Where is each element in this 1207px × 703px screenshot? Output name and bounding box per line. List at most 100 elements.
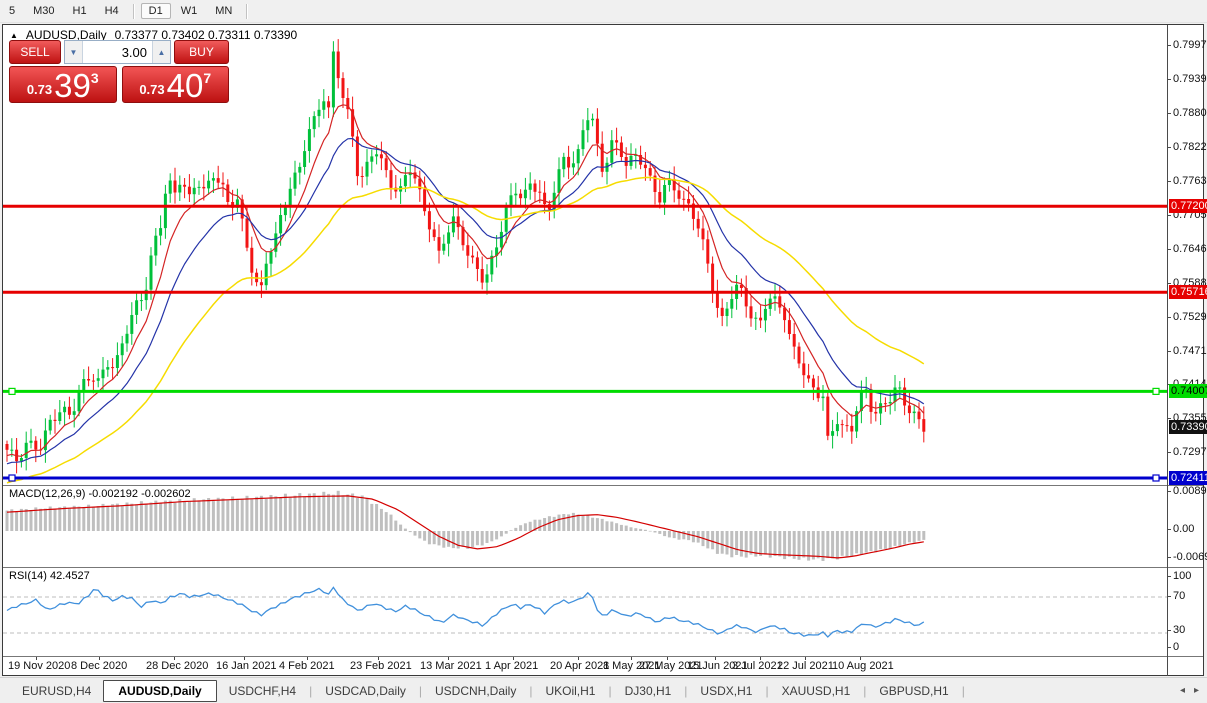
macd-histogram xyxy=(6,491,926,561)
indicator-axis-label: 70 xyxy=(1173,590,1185,602)
chart-tab-usdcad[interactable]: USDCAD,Daily xyxy=(313,680,418,702)
price-axis[interactable]: 0.799750.793900.788050.782200.776350.770… xyxy=(1167,25,1204,676)
price-axis-label: 0.77635 xyxy=(1173,175,1207,187)
indicator-axis-tick xyxy=(1168,647,1171,648)
resistance-line-badge-2: 0.75716 xyxy=(1169,285,1207,299)
chart-tab-audusd[interactable]: AUDUSD,Daily xyxy=(103,680,216,702)
price-axis-tick xyxy=(1168,249,1171,250)
buy-price-pip: 7 xyxy=(203,70,211,86)
indicator-axis-tick xyxy=(1168,529,1171,530)
buy-price-box[interactable]: 0.73407 xyxy=(122,66,230,103)
indicator-axis-label: 0.008903 xyxy=(1173,485,1207,497)
date-axis-label: 13 Mar 2021 xyxy=(420,660,482,672)
tab-scroll-left-icon[interactable]: ◂ xyxy=(1180,685,1185,696)
lower-line-badge: 0.72411 xyxy=(1169,471,1207,485)
lower-hline-072411-handle[interactable] xyxy=(1153,475,1159,481)
chart-tab-dj30[interactable]: DJ30,H1 xyxy=(613,680,684,702)
timeframe-button-m30[interactable]: M30 xyxy=(25,3,62,19)
price-axis-label: 0.78220 xyxy=(1173,141,1207,153)
current-price-badge: 0.73390 xyxy=(1169,420,1207,434)
price-axis-tick xyxy=(1168,283,1171,284)
indicator-axis-label: 0 xyxy=(1173,641,1179,653)
date-axis-label: 8 Dec 2020 xyxy=(71,660,127,672)
date-axis-label: 22 Jul 2021 xyxy=(777,660,834,672)
price-axis-tick xyxy=(1168,45,1171,46)
rsi-label: RSI(14) 42.4527 xyxy=(9,570,90,582)
date-axis-label: 1 Apr 2021 xyxy=(485,660,538,672)
macd-label: MACD(12,26,9) -0.002192 -0.002602 xyxy=(9,488,191,500)
sell-price-prefix: 0.73 xyxy=(27,82,52,97)
price-axis-label: 0.78805 xyxy=(1173,107,1207,119)
buy-price-big: 40 xyxy=(167,70,204,101)
chart-tab-gbpusd[interactable]: GBPUSD,H1 xyxy=(867,680,960,702)
support-hline-074007-handle[interactable] xyxy=(9,388,15,394)
rsi-chart xyxy=(3,568,1167,656)
price-axis-tick xyxy=(1168,317,1171,318)
tab-separator: | xyxy=(765,684,768,698)
collapse-icon[interactable]: ▲ xyxy=(10,31,18,40)
indicator-axis-tick xyxy=(1168,491,1171,492)
tab-scroll-right-icon[interactable]: ▸ xyxy=(1194,685,1199,696)
price-axis-label: 0.79390 xyxy=(1173,73,1207,85)
timeframe-button-h4[interactable]: H4 xyxy=(97,3,127,19)
sell-price-pip: 3 xyxy=(91,70,99,86)
volume-decrease-icon[interactable]: ▼ xyxy=(65,41,83,63)
indicator-axis-tick xyxy=(1168,630,1171,631)
timeframe-button-d1[interactable]: D1 xyxy=(141,3,171,19)
timeframe-button-w1[interactable]: W1 xyxy=(173,3,206,19)
tab-separator: | xyxy=(419,684,422,698)
sell-price-box[interactable]: 0.73393 xyxy=(9,66,117,103)
date-axis-label: 3 Jul 2021 xyxy=(732,660,783,672)
ma-slow-yellow-line xyxy=(7,177,924,483)
timeframe-button-5[interactable]: 5 xyxy=(1,3,23,19)
support-hline-074007-handle[interactable] xyxy=(1153,388,1159,394)
chart-tab-eurusd[interactable]: EURUSD,H4 xyxy=(10,680,103,702)
price-axis-tick xyxy=(1168,351,1171,352)
date-axis[interactable]: 19 Nov 20208 Dec 202028 Dec 202016 Jan 2… xyxy=(3,657,1203,675)
sell-price-big: 39 xyxy=(54,70,91,101)
lower-hline-072411-handle[interactable] xyxy=(9,475,15,481)
tab-separator: | xyxy=(309,684,312,698)
date-axis-label: 28 Dec 2020 xyxy=(146,660,208,672)
chart-window: ▲ AUDUSD,Daily 0.73377 0.73402 0.73311 0… xyxy=(2,24,1204,676)
rsi-line xyxy=(7,587,924,637)
date-axis-label: 4 Feb 2021 xyxy=(279,660,335,672)
timeframe-button-h1[interactable]: H1 xyxy=(65,3,95,19)
resistance-line-badge-1: 0.77200 xyxy=(1169,199,1207,213)
volume-input[interactable]: 3.00 xyxy=(83,41,152,63)
price-axis-label: 0.75295 xyxy=(1173,311,1207,323)
chart-tab-ukoil[interactable]: UKOil,H1 xyxy=(533,680,607,702)
timeframe-toolbar: 5M30H1H4 D1W1MN xyxy=(0,0,1207,23)
chart-tab-usdcnh[interactable]: USDCNH,Daily xyxy=(423,680,528,702)
buy-button[interactable]: BUY xyxy=(174,40,229,64)
volume-increase-icon[interactable]: ▲ xyxy=(152,41,170,63)
macd-indicator-panel[interactable]: MACD(12,26,9) -0.002192 -0.002602 xyxy=(3,485,1203,568)
candles xyxy=(6,39,926,473)
chart-tab-usdchf[interactable]: USDCHF,H4 xyxy=(217,680,308,702)
sell-button[interactable]: SELL xyxy=(9,40,61,64)
rsi-indicator-panel[interactable]: RSI(14) 42.4527 xyxy=(3,568,1203,657)
tab-separator: | xyxy=(684,684,687,698)
date-axis-label: 10 Aug 2021 xyxy=(832,660,894,672)
tab-separator: | xyxy=(863,684,866,698)
macd-signal-line xyxy=(7,496,924,558)
toolbar-separator xyxy=(246,4,248,19)
indicator-axis-label: -0.006977 xyxy=(1173,551,1207,563)
price-axis-tick xyxy=(1168,181,1171,182)
one-click-trade-widget: SELL ▼ 3.00 ▲ BUY 0.73393 0.73407 xyxy=(9,40,229,103)
price-chart-panel[interactable]: ▲ AUDUSD,Daily 0.73377 0.73402 0.73311 0… xyxy=(3,25,1203,485)
tab-separator: | xyxy=(608,684,611,698)
price-axis-tick xyxy=(1168,113,1171,114)
tab-separator: | xyxy=(962,684,965,698)
price-axis-tick xyxy=(1168,215,1171,216)
indicator-axis-label: 100 xyxy=(1173,570,1191,582)
support-line-badge: 0.74007 xyxy=(1169,384,1207,398)
price-axis-label: 0.76465 xyxy=(1173,243,1207,255)
indicator-axis-tick xyxy=(1168,576,1171,577)
timeframe-button-mn[interactable]: MN xyxy=(207,3,240,19)
date-axis-label: 16 Jan 2021 xyxy=(216,660,277,672)
chart-tab-xauusd[interactable]: XAUUSD,H1 xyxy=(770,680,863,702)
tab-separator: | xyxy=(529,684,532,698)
chart-tab-usdx[interactable]: USDX,H1 xyxy=(688,680,764,702)
date-axis-label: 23 Feb 2021 xyxy=(350,660,412,672)
